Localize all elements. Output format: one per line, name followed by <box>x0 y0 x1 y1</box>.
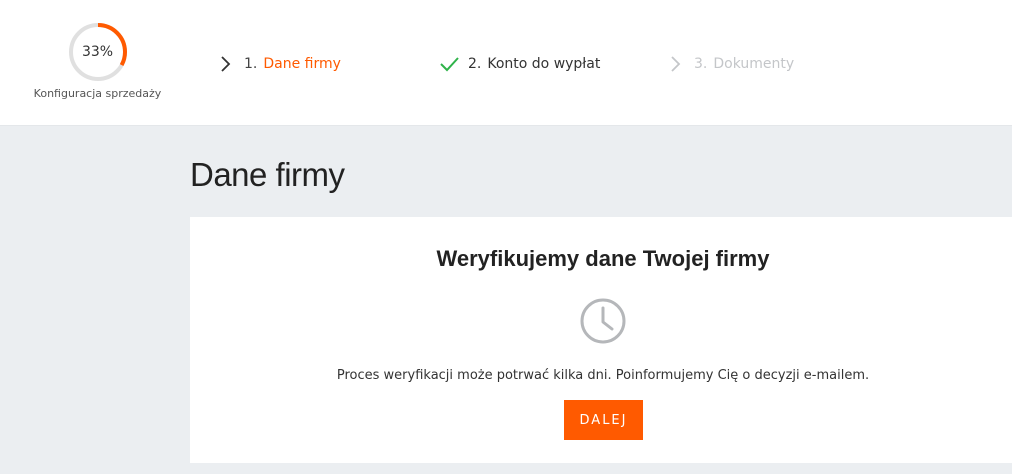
step-company-data[interactable]: 1. Dane firmy <box>214 52 341 76</box>
card-message: Proces weryfikacji może potrwać kilka dn… <box>336 368 870 383</box>
next-button[interactable]: DALEJ <box>564 400 643 440</box>
step-payout-account[interactable]: 2. Konto do wypłat <box>438 52 600 76</box>
progress-ring: 33% <box>68 22 128 82</box>
step-documents: 3. Dokumenty <box>664 52 794 76</box>
progress-value: 33% <box>81 44 114 60</box>
top-bar: 33% Konfiguracja sprzedaży 1. Dane firmy… <box>0 0 1012 126</box>
step-number: 2. <box>468 56 482 72</box>
chevron-right-icon <box>221 56 231 72</box>
page-title: Dane firmy <box>190 156 345 193</box>
check-icon <box>440 57 459 72</box>
setup-progress: 33% Konfiguracja sprzedaży <box>30 22 165 100</box>
step-number: 1. <box>244 56 258 72</box>
verification-card: Weryfikujemy dane Twojej firmy Proces we… <box>190 217 1012 463</box>
card-title: Weryfikujemy dane Twojej firmy <box>436 246 770 271</box>
step-label: Konto do wypłat <box>487 56 601 72</box>
step-number: 3. <box>694 56 708 72</box>
step-label: Dane firmy <box>263 56 341 72</box>
step-label: Dokumenty <box>713 56 795 72</box>
clock-icon <box>580 298 626 344</box>
chevron-right-icon <box>671 56 681 72</box>
progress-label: Konfiguracja sprzedaży <box>33 87 162 100</box>
